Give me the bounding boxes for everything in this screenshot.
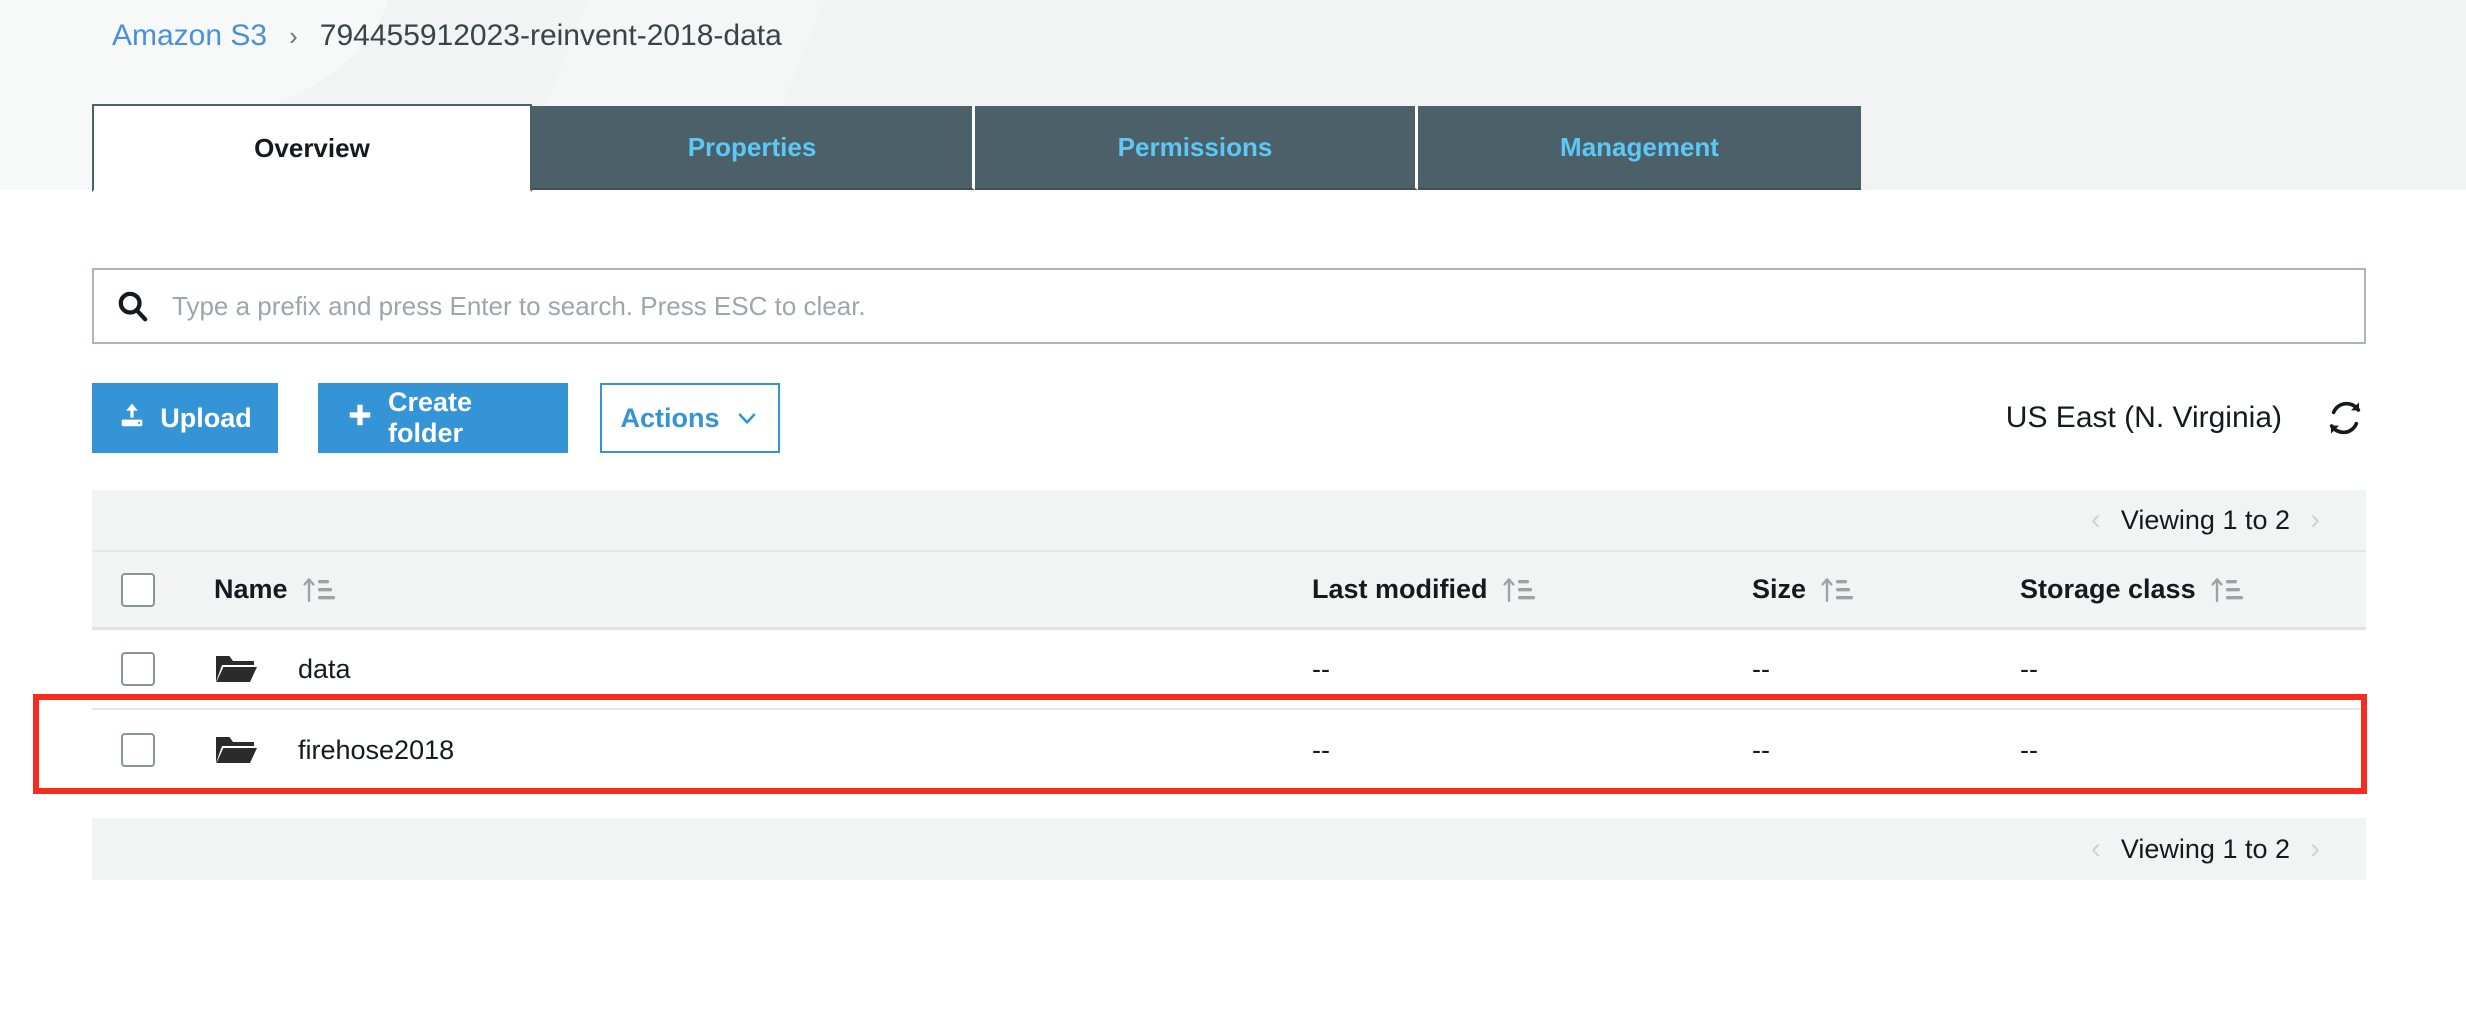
- column-header-last-modified-cell: Last modified: [1312, 574, 1752, 605]
- row-size-value: --: [1752, 735, 1770, 765]
- chevron-down-icon: [734, 405, 760, 431]
- table-row[interactable]: data -- -- --: [92, 630, 2366, 710]
- tab-overview[interactable]: Overview: [92, 104, 532, 192]
- tab-permissions-label: Permissions: [1117, 131, 1273, 162]
- sort-ascending-icon: [1502, 575, 1536, 605]
- table-header-row: Name Last modified Size Storage class: [92, 552, 2366, 630]
- actions-button-label: Actions: [620, 402, 720, 433]
- object-toolbar: Upload Create folder Actions US East (N.…: [92, 380, 2366, 456]
- folder-icon: [214, 732, 268, 768]
- column-header-last-modified-label: Last modified: [1312, 574, 1488, 604]
- tab-management-label: Management: [1560, 131, 1719, 162]
- region-label: US East (N. Virginia): [2005, 401, 2282, 434]
- breadcrumb-separator-icon: ›: [289, 21, 298, 51]
- pagination-bar-bottom: ‹ Viewing 1 to 2 ›: [92, 818, 2366, 880]
- breadcrumb-current-bucket: 794455912023-reinvent-2018-data: [319, 19, 782, 52]
- column-header-storage-class-cell: Storage class: [2020, 574, 2360, 605]
- pager-bottom: ‹ Viewing 1 to 2 ›: [2091, 834, 2320, 865]
- tab-permissions[interactable]: Permissions: [975, 106, 1418, 190]
- upload-button[interactable]: Upload: [92, 383, 278, 453]
- search-placeholder-text: Type a prefix and press Enter to search.…: [172, 291, 866, 321]
- column-header-name[interactable]: Name: [184, 574, 336, 605]
- column-header-size[interactable]: Size: [1752, 574, 1854, 605]
- pagination-prev-icon[interactable]: ‹: [2091, 834, 2101, 864]
- create-folder-button[interactable]: Create folder: [318, 383, 568, 453]
- bucket-tabs: Overview Properties Permissions Manageme…: [92, 104, 1861, 192]
- row-storage-class-value: --: [2020, 735, 2038, 765]
- tab-overview-label: Overview: [254, 132, 370, 163]
- object-name-link[interactable]: data: [298, 654, 351, 684]
- object-name-link[interactable]: firehose2018: [298, 735, 454, 765]
- search-icon: [94, 289, 172, 323]
- folder-icon: [214, 651, 268, 687]
- objects-table: ‹ Viewing 1 to 2 › Name Last modified Si…: [92, 490, 2366, 880]
- row-size-cell: --: [1752, 654, 2020, 684]
- column-header-size-label: Size: [1752, 574, 1807, 604]
- pager-top: ‹ Viewing 1 to 2 ›: [2091, 505, 2320, 536]
- row-checkbox[interactable]: [121, 733, 155, 767]
- row-storage-class-cell: --: [2020, 735, 2360, 765]
- plus-icon: [346, 401, 374, 436]
- sort-ascending-icon: [2210, 575, 2244, 605]
- table-row[interactable]: firehose2018 -- -- --: [92, 710, 2366, 790]
- row-last-modified-cell: --: [1312, 735, 1752, 765]
- create-folder-button-label: Create folder: [388, 387, 473, 448]
- select-all-checkbox[interactable]: [121, 572, 155, 607]
- upload-icon: [118, 401, 146, 436]
- pagination-next-icon[interactable]: ›: [2310, 505, 2320, 535]
- column-header-storage-class[interactable]: Storage class: [2020, 574, 2244, 605]
- sort-ascending-icon: [1820, 575, 1854, 605]
- column-header-size-cell: Size: [1752, 574, 2020, 605]
- region-group: US East (N. Virginia): [2006, 397, 2366, 439]
- column-header-storage-class-label: Storage class: [2020, 574, 2196, 604]
- tab-properties[interactable]: Properties: [532, 106, 975, 190]
- pagination-status-top: Viewing 1 to 2: [2120, 505, 2290, 535]
- pagination-prev-icon[interactable]: ‹: [2091, 505, 2101, 535]
- row-size-value: --: [1752, 654, 1770, 684]
- sort-ascending-icon: [302, 575, 336, 605]
- column-header-last-modified[interactable]: Last modified: [1312, 574, 1536, 605]
- breadcrumb-link-amazon-s3[interactable]: Amazon S3: [112, 19, 267, 53]
- row-storage-class-cell: --: [2020, 654, 2360, 684]
- s3-bucket-overview-page: Amazon S3 › 794455912023-reinvent-2018-d…: [0, 0, 2466, 1018]
- row-checkbox[interactable]: [121, 652, 155, 686]
- row-size-cell: --: [1752, 735, 2020, 765]
- breadcrumb: Amazon S3 › 794455912023-reinvent-2018-d…: [112, 12, 782, 60]
- column-header-name-label: Name: [214, 574, 288, 604]
- select-all-cell: [92, 572, 184, 607]
- row-last-modified-value: --: [1312, 654, 1330, 684]
- search-input[interactable]: Type a prefix and press Enter to search.…: [92, 268, 2366, 344]
- row-last-modified-cell: --: [1312, 654, 1752, 684]
- pagination-next-icon[interactable]: ›: [2310, 834, 2320, 864]
- row-select-cell: [92, 652, 184, 686]
- row-name-cell: data: [184, 651, 1312, 687]
- column-header-name-cell: Name: [184, 574, 1312, 605]
- tab-properties-label: Properties: [687, 131, 817, 162]
- refresh-icon[interactable]: [2324, 397, 2366, 439]
- row-name-cell: firehose2018: [184, 732, 1312, 768]
- actions-button[interactable]: Actions: [600, 383, 780, 453]
- tab-management[interactable]: Management: [1418, 106, 1861, 190]
- row-select-cell: [92, 733, 184, 767]
- upload-button-label: Upload: [160, 402, 252, 433]
- row-last-modified-value: --: [1312, 735, 1330, 765]
- pagination-status-bottom: Viewing 1 to 2: [2120, 834, 2290, 864]
- row-storage-class-value: --: [2020, 654, 2038, 684]
- pagination-bar-top: ‹ Viewing 1 to 2 ›: [92, 490, 2366, 552]
